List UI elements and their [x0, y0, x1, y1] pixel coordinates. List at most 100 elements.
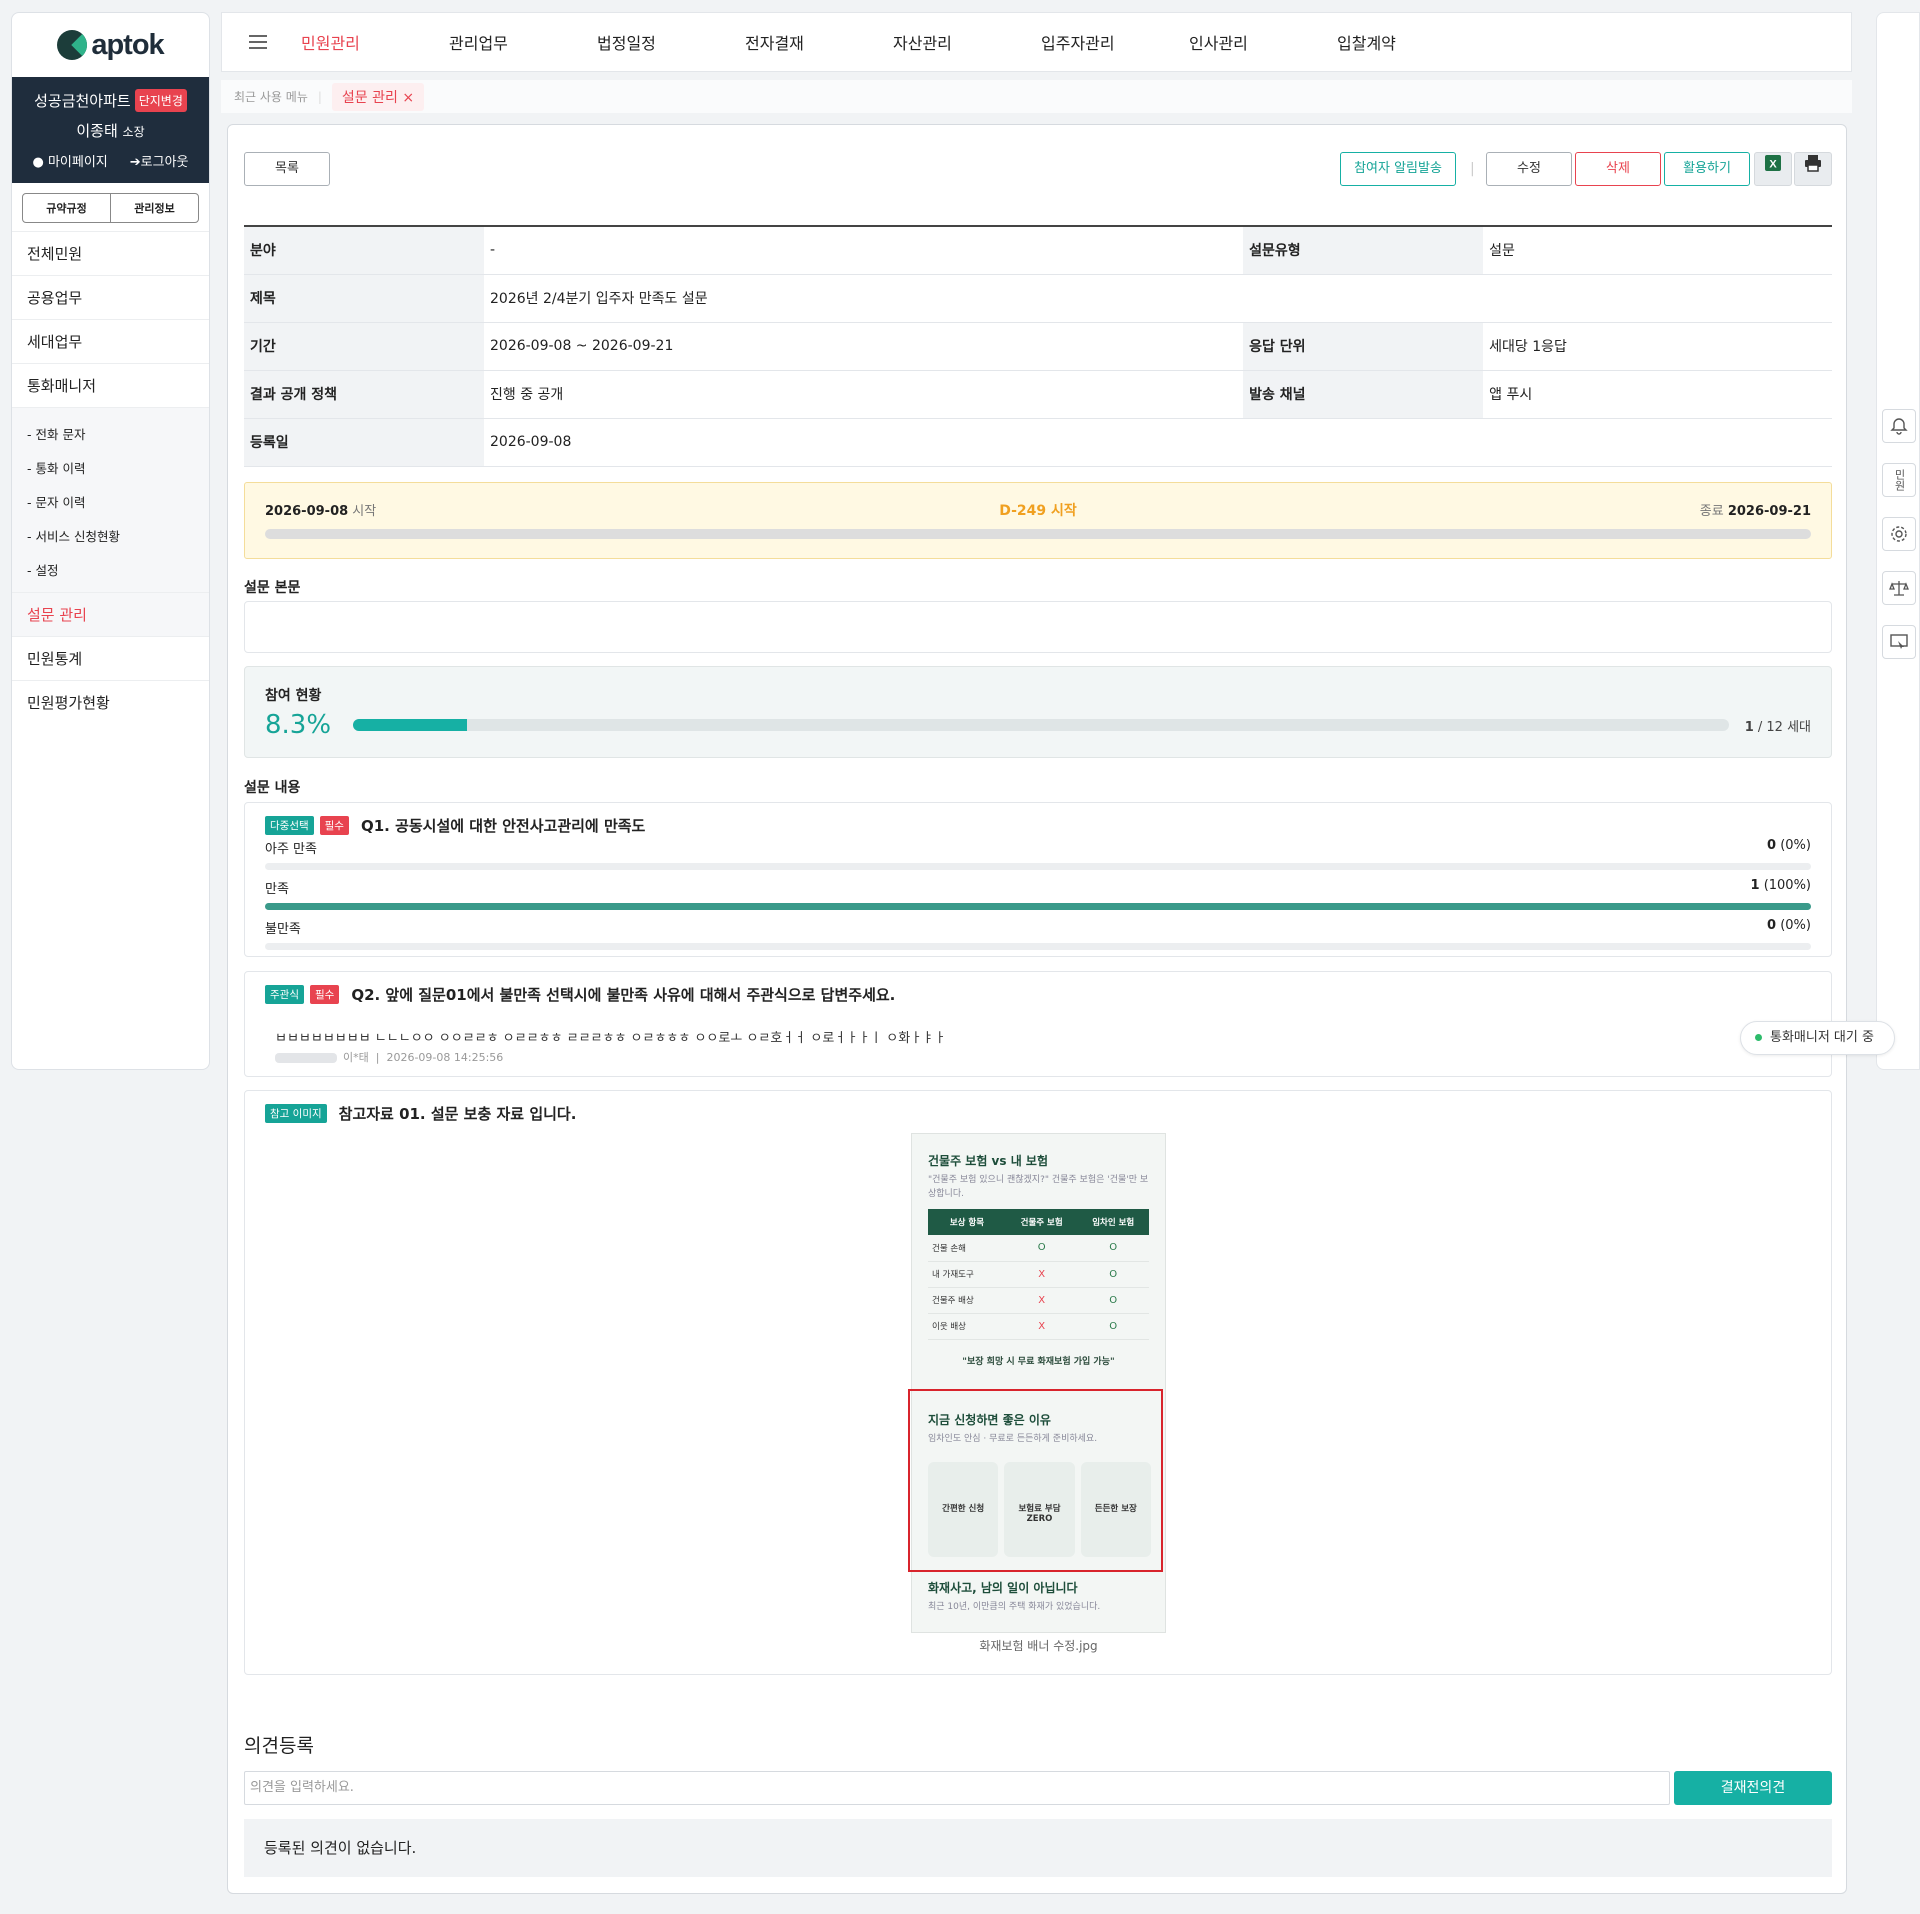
option-label: 불만족 — [265, 922, 301, 937]
highlight-box — [908, 1389, 1163, 1572]
tab-rules[interactable]: 규약규정 — [23, 194, 110, 222]
nav-assets[interactable]: 자산관리 — [893, 30, 1041, 54]
answer-author: 이*태 — [343, 1051, 369, 1064]
call-manager-submenu: - 전화 문자 - 통화 이력 - 문자 이력 - 서비스 신청현황 - 설정 — [12, 407, 209, 592]
participation-percent: 8.3% — [265, 710, 332, 740]
sidebar-item-common-work[interactable]: 공용업무 — [12, 275, 209, 319]
reference-image[interactable]: 건물주 보험 vs 내 보험 "건물주 보험 있으니 괜찮겠지?" 건물주 보험… — [908, 1133, 1166, 1633]
main-panel: 목록 참여자 알림발송 | 수정 삭제 활용하기 X 분야 - 설문유형 설문 제목 2… — [227, 124, 1847, 1894]
nav-residents[interactable]: 입주자관리 — [1041, 30, 1189, 54]
sidebar-item-survey[interactable]: 설문 관리 — [12, 592, 209, 636]
required-tag: 필수 — [309, 985, 340, 1004]
logout-link[interactable]: ➔로그아웃 — [130, 151, 189, 170]
edit-button[interactable]: 수정 — [1486, 152, 1572, 186]
complex-name: 성공금천아파트 — [34, 92, 131, 110]
excel-icon[interactable]: X — [1754, 152, 1792, 186]
insurance-compare-table: 보상 항목 건물주 보험 임차인 보험 건물 손해 O O 내 가재도구 X O 건물주 배… — [928, 1209, 1149, 1340]
option-count: 0 — [1767, 918, 1777, 933]
gear-icon[interactable] — [1882, 517, 1916, 551]
period-banner: 2026-09-08 시작 D-249 시작 종료 2026-09-21 — [244, 482, 1832, 559]
nav-approval[interactable]: 전자결재 — [745, 30, 893, 54]
submenu-call-history[interactable]: - 통화 이력 — [12, 450, 209, 484]
call-manager-status[interactable]: 통화매니저 대기 중 — [1740, 1021, 1895, 1055]
close-icon[interactable]: × — [402, 90, 414, 106]
sidebar-menu: 전체민원 공용업무 세대업무 통화매니저 - 전화 문자 - 통화 이력 - 문… — [12, 231, 209, 724]
monitor-icon[interactable] — [1882, 625, 1916, 659]
option-row: 아주 만족 0 (0%) — [265, 838, 1811, 870]
participation-bar — [353, 719, 1729, 731]
option-bar-fill — [265, 903, 1811, 910]
period-value: 2026-09-08 ~ 2026-09-21 — [484, 322, 1244, 371]
answer-text: ㅂㅂㅂㅂㅂㅂㅂㅂ ㄴㄴㄴㅇㅇ ㅇㅇㄹㄹㅎ ㅇㄹㄹㅎㅎ ㄹㄹㄹㅎㅎ ㅇㄹㅎㅎㅎ ㅇ… — [275, 1031, 947, 1046]
option-count: 0 — [1767, 838, 1777, 853]
survey-body-title: 설문 본문 — [244, 580, 301, 596]
opinion-input[interactable]: 의견을 입력하세요. — [244, 1771, 1670, 1805]
nav-complaints[interactable]: 민원관리 — [301, 30, 449, 54]
submenu-sms-history[interactable]: - 문자 이력 — [12, 484, 209, 518]
unit-label: 응답 단위 — [1243, 322, 1484, 371]
reg-label: 등록일 — [244, 418, 484, 467]
submenu-phone-sms[interactable]: - 전화 문자 — [12, 416, 209, 450]
list-button[interactable]: 목록 — [244, 152, 330, 186]
logo-mark-icon — [57, 30, 88, 60]
use-button[interactable]: 활용하기 — [1664, 152, 1750, 186]
nav-legal-schedule[interactable]: 법정일정 — [597, 30, 745, 54]
change-complex-button[interactable]: 단지변경 — [134, 89, 187, 112]
option-percent: (100%) — [1763, 878, 1811, 893]
answer-date: 2026-09-08 14:25:56 — [386, 1051, 504, 1064]
nav-hr[interactable]: 인사관리 — [1189, 30, 1337, 54]
participation-count: 1 — [1744, 719, 1754, 735]
survey-info-table: 분야 - 설문유형 설문 제목 2026년 2/4분기 입주자 만족도 설문 기간 202… — [244, 225, 1832, 467]
print-icon[interactable] — [1794, 152, 1832, 186]
tab-management-info[interactable]: 관리정보 — [110, 194, 198, 222]
mypage-link[interactable]: ● 마이페이지 — [32, 151, 107, 170]
question-text: Q2. 앞에 질문01에서 불만족 선택시에 불만족 사유에 대해서 주관식으로… — [351, 986, 896, 1004]
person-icon: ● — [32, 155, 44, 170]
nav-management[interactable]: 관리업무 — [449, 30, 597, 54]
policy-value: 진행 중 공개 — [484, 370, 1244, 419]
submenu-service-requests[interactable]: - 서비스 신청현황 — [12, 518, 209, 552]
channel-label: 발송 채널 — [1243, 370, 1484, 419]
recent-label: 최근 사용 메뉴 — [234, 90, 308, 104]
sidebar-item-statistics[interactable]: 민원통계 — [12, 636, 209, 680]
delete-button[interactable]: 삭제 — [1575, 152, 1661, 186]
sidebar-item-call-manager[interactable]: 통화매니저 — [12, 363, 209, 407]
opinion-submit-button[interactable]: 결재전의견 — [1674, 1771, 1832, 1805]
option-label: 만족 — [265, 882, 289, 897]
recent-tab-survey[interactable]: 설문 관리 × — [331, 82, 425, 111]
field-value: - — [484, 226, 1244, 275]
title-value: 2026년 2/4분기 입주자 만족도 설문 — [484, 274, 1832, 323]
sidebar-item-evaluation[interactable]: 민원평가현황 — [12, 680, 209, 724]
nav-bidding[interactable]: 입찰계약 — [1337, 30, 1485, 54]
bell-icon[interactable] — [1882, 409, 1916, 443]
notify-participants-button[interactable]: 참여자 알림발송 — [1340, 152, 1456, 186]
user-name: 이종태 — [76, 122, 118, 140]
survey-content-title: 설문 내용 — [244, 780, 301, 796]
participation-title: 참여 현황 — [265, 688, 322, 704]
aptok-logo[interactable]: aptok — [12, 13, 209, 77]
civil-complaint-button[interactable]: 민원 — [1882, 463, 1916, 497]
option-bar — [265, 943, 1811, 950]
user-role: 소장 — [122, 125, 145, 139]
sidebar: aptok 성공금천아파트 단지변경 이종태 소장 ● 마이페이지 ➔로그아웃 규… — [11, 12, 210, 1070]
user-box: 성공금천아파트 단지변경 이종태 소장 ● 마이페이지 ➔로그아웃 — [12, 77, 209, 183]
sidebar-item-all-complaints[interactable]: 전체민원 — [12, 231, 209, 275]
policy-label: 결과 공개 정책 — [244, 370, 484, 419]
scale-icon[interactable] — [1882, 571, 1916, 605]
question-text: Q1. 공동시설에 대한 안전사고관리에 만족도 — [360, 817, 646, 835]
option-bar — [265, 863, 1811, 870]
short-answer-tag: 주관식 — [265, 985, 304, 1004]
option-count: 1 — [1750, 878, 1760, 893]
d-day: D-249 시작 — [999, 503, 1077, 519]
type-value: 설문 — [1483, 226, 1832, 275]
sidebar-item-household-work[interactable]: 세대업무 — [12, 319, 209, 363]
option-label: 아주 만족 — [265, 842, 317, 857]
option-percent: (0%) — [1780, 838, 1811, 853]
opinion-title: 의견등록 — [244, 1735, 314, 1757]
logout-icon: ➔ — [129, 155, 141, 170]
hamburger-icon[interactable] — [249, 31, 267, 53]
period-progress-bar — [265, 529, 1811, 539]
unit-value: 세대당 1응답 — [1483, 322, 1832, 371]
submenu-settings[interactable]: - 설정 — [12, 552, 209, 586]
option-row: 불만족 0 (0%) — [265, 918, 1811, 950]
